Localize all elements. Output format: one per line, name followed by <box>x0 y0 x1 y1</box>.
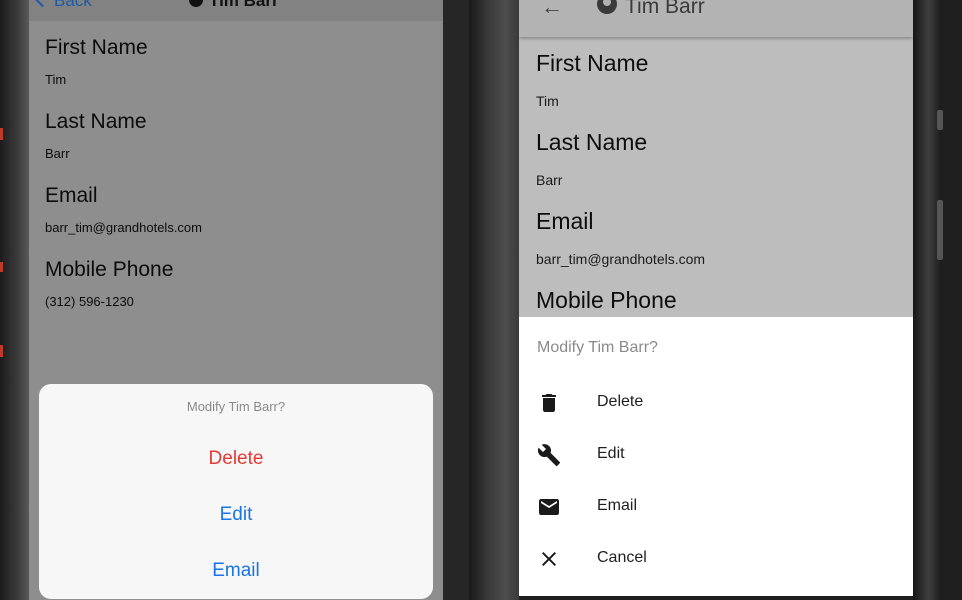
first-name-value: Tim <box>45 72 67 87</box>
first-name-label: First Name <box>45 36 148 59</box>
cancel-action[interactable]: Cancel <box>519 533 913 585</box>
mobile-phone-value: (312) 596-1230 <box>45 294 134 309</box>
edge-mark <box>0 345 3 357</box>
back-label: Back <box>54 0 92 10</box>
ios-contact-details: First Name Tim Last Name Barr Email barr… <box>45 33 202 329</box>
edit-button[interactable]: Edit <box>39 504 433 526</box>
action-sheet-title: Modify Tim Barr? <box>186 399 286 414</box>
email-label: Email <box>597 497 638 514</box>
mobile-phone-label: Mobile Phone <box>536 287 677 313</box>
edge-mark <box>0 262 3 272</box>
ios-back-button[interactable]: Back <box>34 0 92 11</box>
account-circle-icon <box>597 0 617 14</box>
ios-action-sheet: Modify Tim Barr? Delete Edit Email <box>39 384 433 599</box>
arrow-left-icon[interactable]: ← <box>541 0 563 20</box>
android-device-edge <box>913 0 939 600</box>
first-name-label: First Name <box>536 50 649 76</box>
email-label: Email <box>45 184 98 207</box>
edge-mark <box>0 128 3 140</box>
last-name-value: Barr <box>536 172 563 188</box>
email-label: Email <box>536 208 594 234</box>
first-name-value: Tim <box>536 93 559 109</box>
ios-page-title: Tim Barr <box>189 0 279 11</box>
mobile-phone-label: Mobile Phone <box>45 258 174 281</box>
last-name-label: Last Name <box>45 110 147 133</box>
title-text: Tim Barr <box>209 0 279 10</box>
chevron-left-icon <box>34 0 51 8</box>
ios-screen: Back Tim Barr First Name Tim Last Name B… <box>29 0 443 600</box>
account-circle-icon <box>189 0 203 7</box>
bottom-sheet-title: Modify Tim Barr? <box>537 339 658 356</box>
android-bottom-edge <box>519 596 913 600</box>
ios-navigation-bar: Back Tim Barr <box>29 0 443 21</box>
android-app-bar: ← Tim Barr <box>519 0 913 37</box>
edit-action[interactable]: Edit <box>519 429 913 481</box>
delete-label: Delete <box>597 393 644 410</box>
device-gap <box>443 0 469 600</box>
last-name-value: Barr <box>45 146 70 161</box>
device-side-button[interactable] <box>937 200 943 260</box>
trash-icon <box>542 394 556 412</box>
device-side-button[interactable] <box>937 110 943 130</box>
email-action[interactable]: Email <box>519 481 913 533</box>
delete-button[interactable]: Delete <box>39 448 433 470</box>
email-value: barr_tim@grandhotels.com <box>536 251 706 267</box>
close-icon <box>542 552 556 566</box>
wrench-icon <box>537 444 560 466</box>
last-name-label: Last Name <box>536 129 648 155</box>
android-bottom-sheet: Modify Tim Barr? Delete Edit Email Cance… <box>519 317 913 596</box>
delete-action[interactable]: Delete <box>519 377 913 429</box>
android-contact-details: First Name Tim Last Name Barr Email barr… <box>536 47 705 316</box>
cancel-label: Cancel <box>597 549 647 566</box>
android-screen: ← Tim Barr First Name Tim Last Name Barr… <box>519 0 913 596</box>
ios-device-edge <box>0 0 29 600</box>
envelope-icon <box>539 499 559 515</box>
edit-label: Edit <box>597 445 625 462</box>
android-page-title: Tim Barr <box>597 0 705 19</box>
email-button[interactable]: Email <box>39 560 433 582</box>
title-text: Tim Barr <box>625 0 705 18</box>
email-value: barr_tim@grandhotels.com <box>45 220 202 235</box>
